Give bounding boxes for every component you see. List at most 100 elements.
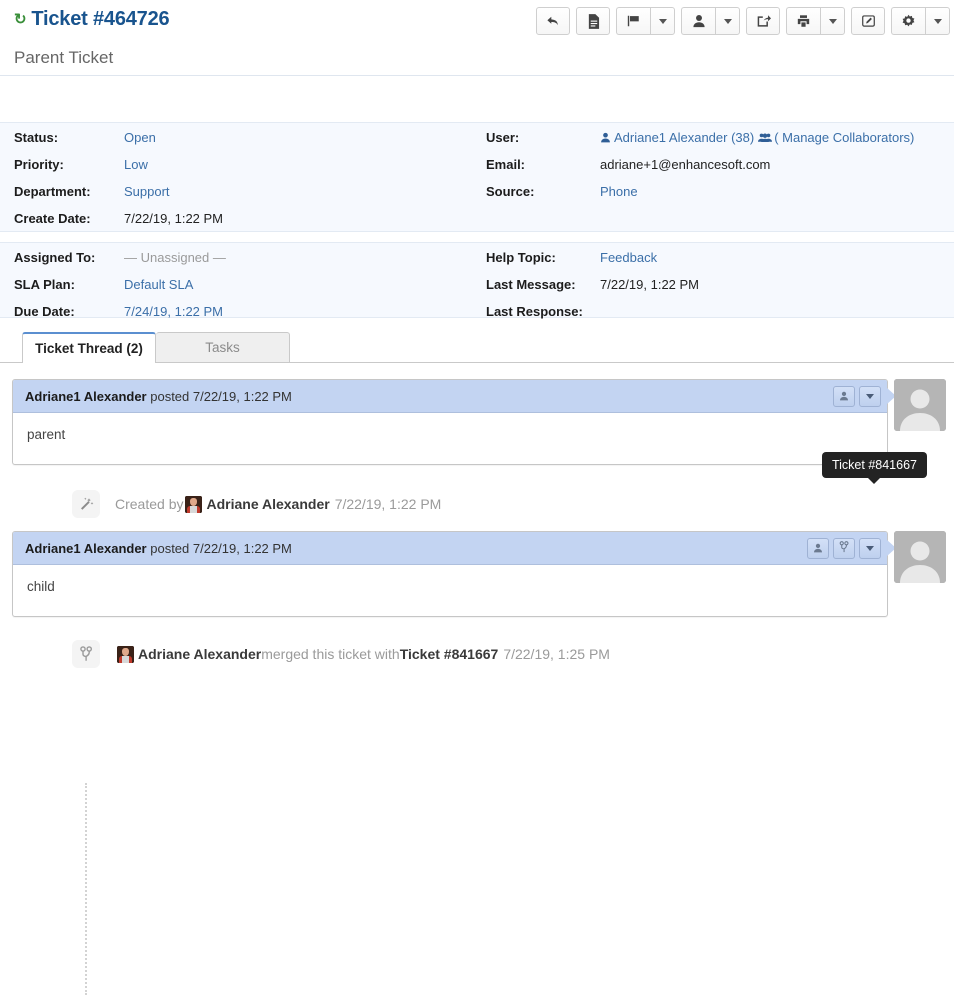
tab-tasks[interactable]: Tasks <box>156 332 290 362</box>
message-meta-1: posted 7/22/19, 1:22 PM <box>147 389 292 404</box>
merge-branch-icon <box>839 541 849 556</box>
info-value-email: adriane+1@enhancesoft.com <box>600 157 770 172</box>
tab-ticket-thread-label: Ticket Thread (2) <box>35 341 143 356</box>
print-button-group <box>786 7 845 35</box>
event-text-created: Created by Adriane Alexander 7/22/19, 1:… <box>115 496 441 513</box>
info-row-help-topic: Help Topic: Feedback <box>486 250 954 277</box>
message-dropdown-button-1[interactable] <box>859 386 881 407</box>
info-row-due-date: Due Date: 7/24/19, 1:22 PM <box>14 304 483 331</box>
settings-button[interactable] <box>891 7 925 35</box>
thread-entry-2: Adriane1 Alexander posted 7/22/19, 1:22 … <box>12 531 952 617</box>
message-dropdown-button-2[interactable] <box>859 538 881 559</box>
ticket-subject: Parent Ticket <box>14 48 113 68</box>
avatar-small <box>185 496 202 513</box>
magic-wand-icon <box>72 490 100 518</box>
info-value-department[interactable]: Support <box>124 184 170 199</box>
settings-dropdown-button[interactable] <box>925 7 950 35</box>
ticket-info-secondary: Assigned To: — Unassigned — SLA Plan: De… <box>0 242 954 318</box>
event-middle-merged: merged this ticket with <box>261 646 400 662</box>
edit-button[interactable] <box>851 7 885 35</box>
refresh-icon[interactable]: ↻ <box>14 10 26 28</box>
user-icon <box>692 14 706 28</box>
info-label-assigned-to: Assigned To: <box>14 250 124 265</box>
reply-arrow-icon <box>546 14 561 28</box>
info-row-status: Status: Open <box>14 130 483 157</box>
avatar <box>894 379 946 431</box>
chevron-down-icon <box>866 546 874 551</box>
timeline-connector <box>85 783 87 995</box>
message-header-2: Adriane1 Alexander posted 7/22/19, 1:22 … <box>13 532 887 565</box>
message-merge-button-2[interactable] <box>833 538 855 559</box>
info-value-sla-plan[interactable]: Default SLA <box>124 277 193 292</box>
chevron-down-icon <box>724 19 732 24</box>
assign-button-group <box>681 7 740 35</box>
tab-tasks-label: Tasks <box>205 340 240 355</box>
event-prefix-created: Created by <box>115 496 183 512</box>
info-label-due-date: Due Date: <box>14 304 124 319</box>
event-target-ticket-link[interactable]: Ticket #841667 <box>400 646 499 662</box>
ticket-thread: Adriane1 Alexander posted 7/22/19, 1:22 … <box>0 363 954 673</box>
info-value-help-topic[interactable]: Feedback <box>600 250 657 265</box>
user-icon <box>813 541 823 556</box>
info-value-assigned-to: — Unassigned — <box>124 250 226 265</box>
info-row-source: Source: Phone <box>486 184 954 211</box>
message-actions-2 <box>807 538 881 559</box>
info-value-source[interactable]: Phone <box>600 184 638 199</box>
message-header-1: Adriane1 Alexander posted 7/22/19, 1:22 … <box>13 380 887 413</box>
document-icon <box>587 14 600 29</box>
flag-button[interactable] <box>616 7 650 35</box>
message-user-button-2[interactable] <box>807 538 829 559</box>
merge-branch-icon <box>72 640 100 668</box>
message-actions-1 <box>833 386 881 407</box>
assign-button[interactable] <box>681 7 715 35</box>
info-column-left-2: Assigned To: — Unassigned — SLA Plan: De… <box>0 243 483 331</box>
message-body-1: parent <box>13 413 887 464</box>
info-value-status[interactable]: Open <box>124 130 156 145</box>
chevron-down-icon <box>866 394 874 399</box>
info-column-right-2: Help Topic: Feedback Last Message: 7/22/… <box>483 243 954 331</box>
assign-dropdown-button[interactable] <box>715 7 740 35</box>
info-row-create-date: Create Date: 7/22/19, 1:22 PM <box>14 211 483 238</box>
tab-ticket-thread[interactable]: Ticket Thread (2) <box>22 332 156 363</box>
edit-button-group <box>851 7 885 35</box>
flag-button-group <box>616 7 675 35</box>
note-button[interactable] <box>576 7 610 35</box>
merged-ticket-tooltip: Ticket #841667 <box>822 452 927 478</box>
message-body-2: child <box>13 565 887 616</box>
info-label-sla-plan: SLA Plan: <box>14 277 124 292</box>
message-card-2: Adriane1 Alexander posted 7/22/19, 1:22 … <box>12 531 888 617</box>
user-name-link[interactable]: Adriane1 Alexander (38) <box>614 130 754 145</box>
info-value-due-date[interactable]: 7/24/19, 1:22 PM <box>124 304 223 319</box>
info-row-last-response: Last Response: <box>486 304 954 331</box>
page-title: ↻Ticket #464726 <box>14 8 169 31</box>
info-row-user: User: Adriane1 Alexander (38) ( Manage C… <box>486 130 954 157</box>
event-actor-created: Adriane Alexander <box>206 496 329 512</box>
info-column-left: Status: Open Priority: Low Department: S… <box>0 123 483 238</box>
header-divider <box>0 75 954 76</box>
page-header: ↻Ticket #464726 <box>0 0 954 46</box>
info-row-email: Email: adriane+1@enhancesoft.com <box>486 157 954 184</box>
flag-dropdown-button[interactable] <box>650 7 675 35</box>
transfer-button[interactable] <box>746 7 780 35</box>
info-label-create-date: Create Date: <box>14 211 124 226</box>
thread-event-created: Created by Adriane Alexander 7/22/19, 1:… <box>0 485 954 523</box>
info-value-create-date: 7/22/19, 1:22 PM <box>124 211 223 226</box>
reply-button-group <box>536 7 570 35</box>
print-button[interactable] <box>786 7 820 35</box>
reply-button[interactable] <box>536 7 570 35</box>
message-author-2: Adriane1 Alexander <box>25 541 147 556</box>
thread-event-merged: Adriane Alexander merged this ticket wit… <box>0 635 954 673</box>
info-row-sla-plan: SLA Plan: Default SLA <box>14 277 483 304</box>
info-label-last-response: Last Response: <box>486 304 600 319</box>
chevron-down-icon <box>829 19 837 24</box>
info-value-priority[interactable]: Low <box>124 157 148 172</box>
info-label-department: Department: <box>14 184 124 199</box>
message-user-button-1[interactable] <box>833 386 855 407</box>
manage-collaborators-link[interactable]: ( Manage Collaborators) <box>774 130 914 145</box>
ticket-tabs: Ticket Thread (2) Tasks <box>0 332 954 363</box>
info-value-last-message: 7/22/19, 1:22 PM <box>600 277 699 292</box>
ticket-toolbar <box>536 7 950 35</box>
info-label-email: Email: <box>486 157 600 172</box>
info-column-right: User: Adriane1 Alexander (38) ( Manage C… <box>483 123 954 238</box>
print-dropdown-button[interactable] <box>820 7 845 35</box>
